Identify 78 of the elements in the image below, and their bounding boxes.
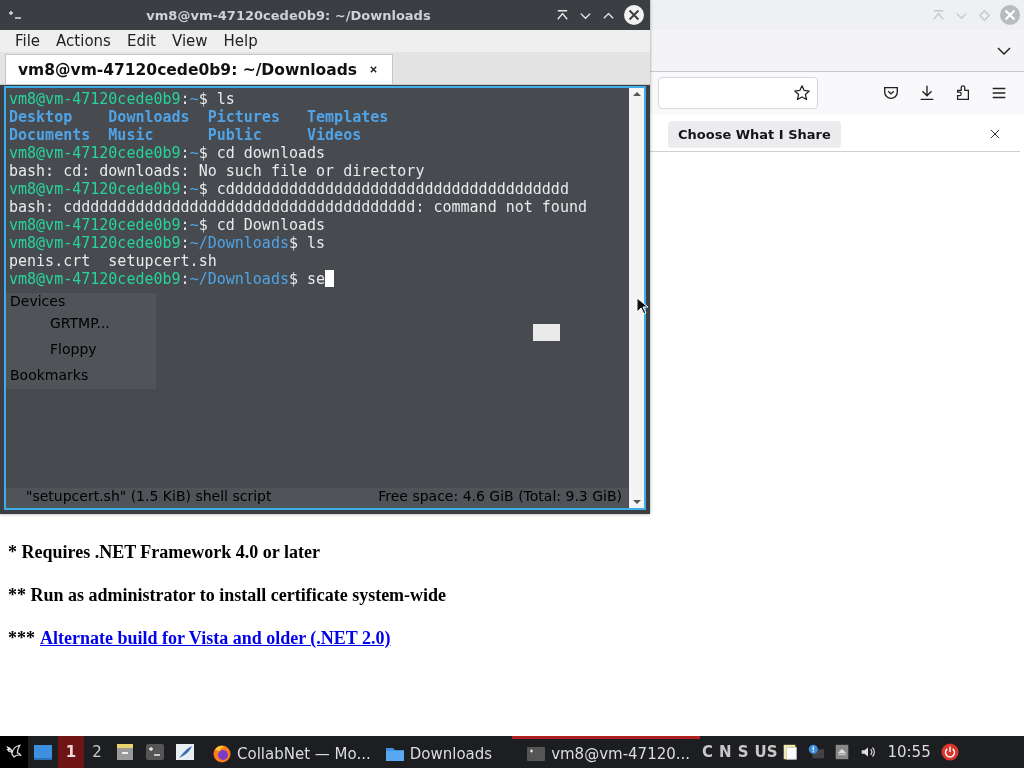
terminal-text: penis.crt setupcert.sh bbox=[9, 252, 217, 270]
pocket-icon[interactable] bbox=[882, 84, 900, 102]
file-cabinet-icon[interactable] bbox=[115, 742, 135, 762]
keep-above-icon[interactable] bbox=[555, 7, 570, 23]
scroll-down-icon[interactable] bbox=[631, 499, 642, 505]
status-text: "setupcert.sh" (1.5 KiB) shell script bbox=[26, 488, 272, 506]
terminal-tab[interactable]: vm8@vm-47120cede0b9: ~/Downloads bbox=[5, 54, 393, 84]
terminal-icon bbox=[8, 10, 22, 20]
power-icon[interactable] bbox=[940, 743, 959, 761]
terminal-text: $ ls bbox=[198, 90, 235, 108]
workspace-button[interactable]: 1 bbox=[58, 736, 84, 768]
mouse-pointer-icon bbox=[636, 297, 648, 315]
choose-share-button[interactable]: Choose What I Share bbox=[668, 120, 841, 148]
directory-list: Desktop Downloads Pictures Templates bbox=[9, 108, 389, 126]
bookmark-star-icon[interactable] bbox=[793, 84, 811, 102]
directory-list: Documents Music Public Videos bbox=[9, 126, 362, 144]
alert-icon[interactable] bbox=[807, 743, 826, 761]
clock[interactable]: 10:55 bbox=[887, 743, 931, 761]
menu-item[interactable]: Edit bbox=[126, 32, 156, 50]
terminal-text: : bbox=[180, 234, 190, 252]
prompt-user: vm8@vm-47120cede0b9 bbox=[9, 180, 181, 198]
prompt-path: ~/Downloads bbox=[189, 234, 289, 252]
quill-icon[interactable] bbox=[175, 742, 195, 762]
notes-icon[interactable] bbox=[781, 743, 800, 761]
taskbar-task[interactable]: CollabNet — Mo... bbox=[208, 736, 381, 768]
terminal-text: : bbox=[180, 270, 190, 288]
link[interactable]: Alternate build for Vista and older (.NET 2.0) bbox=[40, 628, 391, 649]
download-icon[interactable] bbox=[918, 84, 936, 102]
keyboard-indicator[interactable]: N bbox=[719, 743, 732, 761]
paragraph-text: ** Run as administrator to install certificate system-wide bbox=[8, 585, 448, 606]
globe-icon bbox=[212, 743, 232, 764]
keyboard-indicator[interactable]: C bbox=[702, 743, 714, 761]
terminal-text: : bbox=[180, 90, 190, 108]
terminal-text: : bbox=[180, 144, 190, 162]
terminal-text: bash: cdddddddddddddddddddddddddddddddddddddd: command not found bbox=[9, 198, 587, 216]
blank-tooltip bbox=[533, 324, 560, 341]
keyboard-indicator[interactable]: US bbox=[754, 743, 778, 761]
prompt-path: ~ bbox=[189, 216, 199, 234]
prompt-user: vm8@vm-47120cede0b9 bbox=[9, 234, 181, 252]
window-title: vm8@vm-47120cede0b9: ~/Downloads bbox=[145, 7, 432, 23]
prompt-user: vm8@vm-47120cede0b9 bbox=[9, 144, 181, 162]
keyboard-indicator[interactable]: S bbox=[737, 743, 749, 761]
prompt-path: ~ bbox=[189, 144, 199, 162]
terminal-text: $ ls bbox=[288, 234, 326, 252]
taskbar-task[interactable]: Downloads bbox=[380, 736, 503, 768]
terminal-text: bash: cd: downloads: No such file or directory bbox=[9, 162, 425, 180]
prompt-path: ~/Downloads bbox=[189, 270, 289, 288]
prompt-user: vm8@vm-47120cede0b9 bbox=[9, 270, 181, 288]
terminal-text: $ cd downloads bbox=[198, 144, 326, 162]
terminal-text: $ cdddddddddddddddddddddddddddddddddddddd bbox=[198, 180, 569, 198]
puzzle-icon[interactable] bbox=[954, 84, 972, 102]
paragraph-text: * Requires .NET Framework 4.0 or later bbox=[8, 542, 321, 563]
prompt-user: vm8@vm-47120cede0b9 bbox=[9, 216, 181, 234]
bird-logo-icon[interactable] bbox=[0, 736, 28, 768]
scroll-up-icon[interactable] bbox=[631, 91, 642, 97]
workspace-button[interactable]: 2 bbox=[84, 736, 110, 768]
sidebar-heading: Bookmarks bbox=[10, 367, 90, 385]
menu-item[interactable]: Actions bbox=[56, 32, 111, 50]
terminal-text: $ cd Downloads bbox=[198, 216, 326, 234]
scrollbar[interactable] bbox=[629, 88, 644, 508]
terminal-text: : bbox=[180, 216, 190, 234]
prompt-user: vm8@vm-47120cede0b9 bbox=[9, 90, 181, 108]
menu-item[interactable]: File bbox=[15, 32, 41, 50]
prompt-path: ~ bbox=[189, 180, 199, 198]
desktop-icon[interactable] bbox=[33, 742, 53, 762]
paragraph-text: *** bbox=[8, 628, 35, 649]
terminal-text: : bbox=[180, 180, 190, 198]
menu-item[interactable]: View bbox=[171, 32, 208, 50]
taskbar-task[interactable]: vm8@vm-47120... bbox=[512, 736, 701, 768]
terminal-text: $ se bbox=[288, 270, 326, 288]
status-text: Free space: 4.6 GiB (Total: 9.3 GiB) bbox=[378, 488, 622, 506]
close-icon[interactable] bbox=[990, 129, 1000, 139]
close-icon[interactable] bbox=[624, 5, 644, 25]
sidebar-heading: Devices bbox=[10, 293, 67, 311]
close-icon[interactable] bbox=[369, 65, 378, 74]
menu-item[interactable]: Help bbox=[223, 32, 258, 50]
prompt-path: ~ bbox=[189, 90, 199, 108]
terminal-icon[interactable] bbox=[145, 742, 165, 762]
